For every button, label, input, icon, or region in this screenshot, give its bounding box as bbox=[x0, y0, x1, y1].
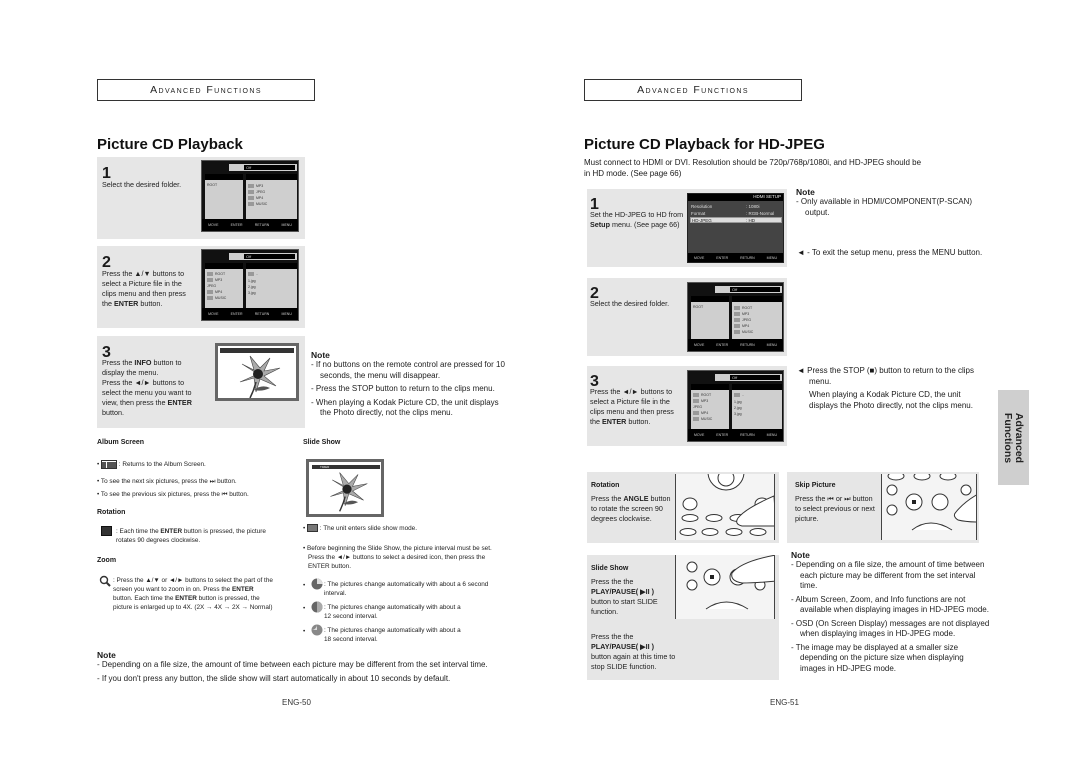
hd-step-1-box: 1 Set the HD-JPEG to HD from Setup menu.… bbox=[587, 189, 787, 267]
note-heading: Note bbox=[311, 350, 330, 360]
hdmi-setup-osd: HDMI SETUP Resolution: 1080i Format: RGB… bbox=[687, 193, 784, 263]
album-grid-icon bbox=[101, 460, 118, 469]
bottom-note-left: Note - Depending on a file size, the amo… bbox=[97, 650, 497, 687]
timer-12s-icon bbox=[311, 601, 323, 613]
rotation-text: : Each time the ENTER button is pressed,… bbox=[116, 528, 266, 544]
step-text: Set the HD-JPEG to HD from Setup menu. (… bbox=[590, 210, 684, 229]
page-title-left: Picture CD Playback bbox=[97, 136, 243, 153]
hd-step-3-box: 3 Press the ◄/► buttons to select a Pict… bbox=[587, 366, 787, 446]
note-item: - OSD (On Screen Display) messages are n… bbox=[791, 618, 990, 639]
remote-skip-illustration bbox=[881, 474, 977, 540]
step-text: Press the ▲/▼ buttons to select a Pictur… bbox=[102, 269, 186, 308]
osd-footer: MOVE ENTER RETURN MENU bbox=[202, 219, 298, 231]
page-number-left: ENG-50 bbox=[282, 698, 311, 707]
intro-text: Must connect to HDMI or DVI. Resolution … bbox=[584, 158, 922, 178]
slide-show-item: • : The unit enters slide show mode. bbox=[303, 524, 418, 533]
osd-tab-label: Off bbox=[244, 165, 295, 170]
flower-image bbox=[330, 472, 368, 512]
hd-step1-note: Note - Only available in HDMI/COMPONENT(… bbox=[796, 187, 991, 221]
rotation-text: Press the ANGLE button to rotate the scr… bbox=[591, 494, 671, 523]
osd-file-screen: Off ROOT MP3 JPEG MP4 MUSIC .. 1.jpg 2.j… bbox=[687, 370, 784, 442]
osd-folder-screen: Off ROOT MP3 JPEG MP4 MUSIC MOVE ENTER RET… bbox=[201, 160, 299, 232]
note-item: - When playing a Kodak Picture CD, the u… bbox=[311, 397, 499, 418]
info-menu-bar bbox=[220, 348, 294, 353]
album-screen-item: • : Returns to the Album Screen. bbox=[97, 460, 206, 469]
zoom-magnifier-icon bbox=[99, 574, 111, 592]
osd-folder-root: ROOT bbox=[207, 183, 218, 187]
remote-play-pause-illustration bbox=[675, 555, 775, 619]
step-text: Press the INFO button to display the men… bbox=[102, 358, 192, 417]
flower-image bbox=[239, 355, 281, 398]
section-header-left: Advanced Functions bbox=[97, 79, 315, 101]
osd-row: Format: RGB-Normal bbox=[691, 211, 775, 216]
timer-18s-icon bbox=[311, 624, 323, 636]
step3-note: Note - If no buttons on the remote contr… bbox=[311, 350, 506, 422]
timer-menu-bar: TIMER bbox=[312, 465, 380, 469]
note-item: - If you don't press any button, the sli… bbox=[97, 673, 451, 683]
remote-angle-illustration bbox=[675, 474, 775, 540]
hd-skip-picture-box: Skip Picture Press the ⏮ or ⏭ button to … bbox=[787, 472, 979, 543]
step-1-box: 1 Select the desired folder. Off ROOT MP… bbox=[97, 157, 305, 239]
pointer-arrow-icon: ◄ bbox=[797, 248, 805, 257]
note-item: - Depending on a file size, the amount o… bbox=[97, 660, 488, 669]
osd-row-selected: HD-JPEG: HD bbox=[690, 217, 782, 223]
step-text: Select the desired folder. bbox=[102, 180, 182, 189]
advanced-functions-side-tab: Advanced Functions bbox=[998, 390, 1029, 485]
osd-row: Resolution: 1080i bbox=[691, 204, 760, 209]
note-item: - If no buttons on the remote control ar… bbox=[311, 360, 505, 380]
note-item: - Only available in HDMI/COMPONENT(P-SCA… bbox=[796, 197, 973, 217]
hd-note: Note - Depending on a file size, the amo… bbox=[791, 550, 990, 673]
album-screen-heading: Album Screen bbox=[97, 439, 145, 446]
timer-6s-icon bbox=[311, 578, 323, 590]
album-screen-item: • To see the previous six pictures, pres… bbox=[97, 491, 249, 498]
note-item: - Depending on a file size, the amount o… bbox=[791, 560, 985, 590]
skip-text: Press the ⏮ or ⏭ button to select previo… bbox=[795, 494, 875, 523]
page-number-right: ENG-51 bbox=[770, 698, 799, 707]
hd-step3-tip: ◄ Press the STOP (■) button to return to… bbox=[797, 366, 974, 410]
section-header-right: Advanced Functions bbox=[584, 79, 802, 101]
hd-step-2-box: 2 Select the desired folder. Off ROOT RO… bbox=[587, 278, 787, 356]
exit-setup-tip: ◄ - To exit the setup menu, press the ME… bbox=[797, 248, 983, 257]
zoom-text: : Press the ▲/▼ or ◄/► buttons to select… bbox=[113, 577, 273, 611]
note-item: - Album Screen, Zoom, and Info functions… bbox=[791, 594, 989, 615]
rotation-heading: Rotation bbox=[97, 509, 126, 516]
flower-photo-info-menu bbox=[215, 343, 299, 401]
album-screen-item: • To see the next six pictures, press th… bbox=[97, 478, 237, 485]
step-text: Select the desired folder. bbox=[590, 299, 670, 308]
note-item: - Press the STOP button to return to the… bbox=[311, 384, 495, 393]
slide-show-icon bbox=[307, 524, 319, 533]
hd-rotation-box: Rotation Press the ANGLE button to rotat… bbox=[587, 472, 779, 543]
step-2-box: 2 Press the ▲/▼ buttons to select a Pict… bbox=[97, 246, 305, 328]
osd-file-screen: Off ROOT MP3 JPEG MP4 MUSIC .. 1.jpg 2.j… bbox=[201, 249, 299, 321]
page-title-right: Picture CD Playback for HD-JPEG bbox=[584, 136, 825, 153]
hd-slide-show-box: Slide Show Press the the PLAY/PAUSE( ▶II… bbox=[587, 555, 779, 680]
note-item: - The image may be displayed at a smalle… bbox=[791, 642, 964, 673]
step-3-box: 3 Press the INFO button to display the m… bbox=[97, 336, 305, 428]
slide-show-photo: TIMER bbox=[306, 459, 384, 517]
osd-folder-screen: Off ROOT ROOT MP3 JPEG MP4 MUSIC MOVE ENT… bbox=[687, 282, 784, 352]
step-text: Press the ◄/► buttons to select a Pictur… bbox=[590, 387, 674, 426]
rotate-icon bbox=[98, 524, 114, 538]
slide-start-text: Press the the PLAY/PAUSE( ▶II ) button t… bbox=[591, 577, 658, 616]
pointer-arrow-icon: ◄ bbox=[797, 366, 805, 375]
slide-show-heading: Slide Show bbox=[303, 439, 341, 446]
zoom-heading: Zoom bbox=[97, 557, 117, 564]
slide-stop-text: Press the the PLAY/PAUSE( ▶II ) button a… bbox=[591, 632, 676, 671]
slide-show-item: • Before beginning the Slide Show, the p… bbox=[303, 545, 492, 570]
